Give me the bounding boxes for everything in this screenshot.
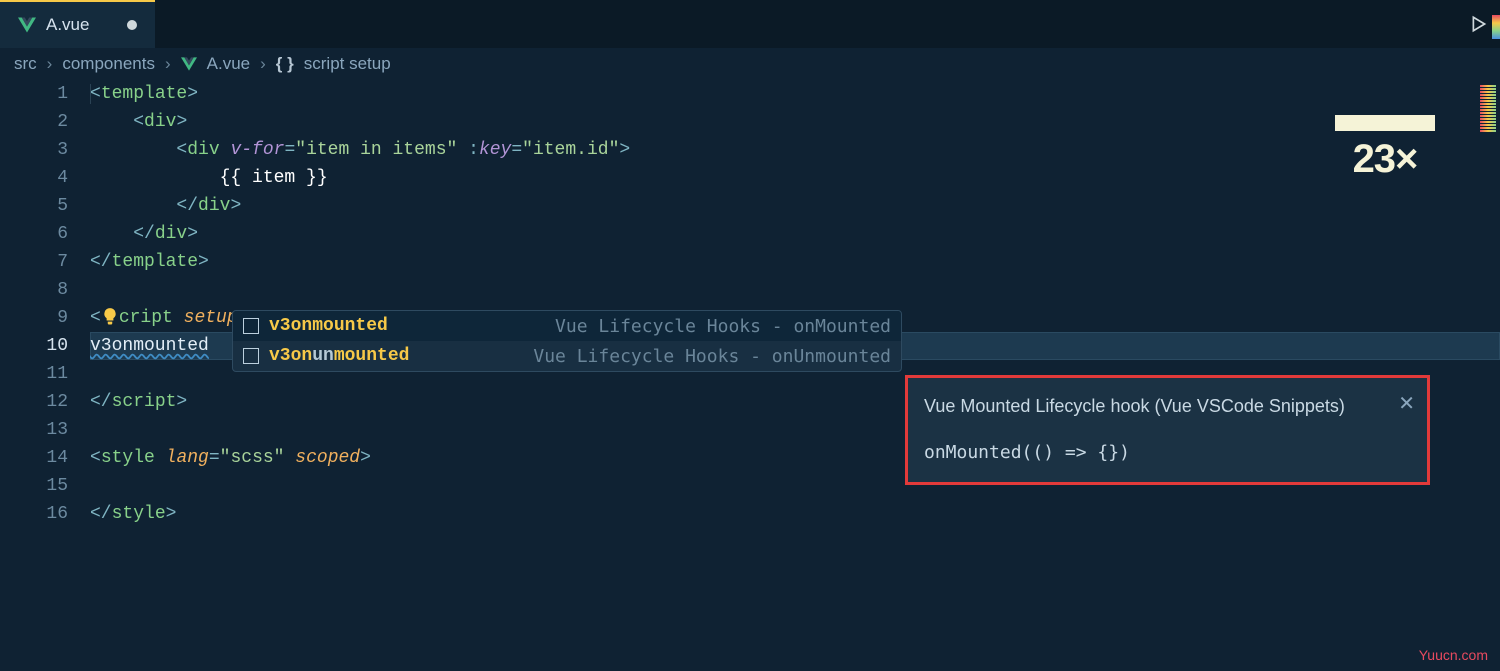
close-icon[interactable]: ✕	[1398, 388, 1415, 420]
suggestion-documentation: ✕ Vue Mounted Lifecycle hook (Vue VSCode…	[905, 375, 1430, 485]
breadcrumb-segment[interactable]: script setup	[304, 54, 391, 74]
typed-text: v3onmounted	[90, 336, 209, 356]
code-line[interactable]: <div>	[90, 108, 1500, 136]
vue-icon	[181, 57, 197, 71]
suggestion-item[interactable]: v3onunmounted Vue Lifecycle Hooks - onUn…	[233, 341, 901, 371]
code-line[interactable]: <div v-for="item in items" :key="item.id…	[90, 136, 1500, 164]
code-line[interactable]: </div>	[90, 220, 1500, 248]
breadcrumb-segment[interactable]: A.vue	[207, 54, 250, 74]
chevron-right-icon: ›	[165, 54, 171, 74]
suggestion-desc: Vue Lifecycle Hooks - onUnmounted	[533, 346, 891, 367]
watermark: Yuucn.com	[1419, 647, 1488, 663]
zoom-text: 23×	[1335, 137, 1435, 182]
tab-actions	[1470, 0, 1500, 48]
vue-icon	[18, 17, 36, 33]
zoom-badge: 23×	[1335, 115, 1435, 182]
run-icon[interactable]	[1470, 15, 1488, 33]
tab-a-vue[interactable]: A.vue	[0, 0, 155, 48]
doc-title: Vue Mounted Lifecycle hook (Vue VSCode S…	[924, 392, 1411, 421]
breadcrumb-segment[interactable]: src	[14, 54, 37, 74]
code-line[interactable]: <template>	[90, 80, 1500, 108]
snippet-icon	[243, 318, 259, 334]
minimap[interactable]	[1480, 85, 1496, 133]
suggestion-desc: Vue Lifecycle Hooks - onMounted	[555, 316, 891, 337]
chevron-right-icon: ›	[260, 54, 266, 74]
dirty-indicator-icon	[127, 20, 137, 30]
tab-bar: A.vue	[0, 0, 1500, 48]
breadcrumb-segment[interactable]: components	[62, 54, 155, 74]
braces-icon: { }	[276, 54, 294, 74]
code-line[interactable]: {{ item }}	[90, 164, 1500, 192]
breadcrumb[interactable]: src › components › A.vue › { } script se…	[0, 48, 1500, 80]
code-line[interactable]	[90, 276, 1500, 304]
side-accent-icon	[1492, 15, 1500, 39]
suggestion-item[interactable]: v3onmounted Vue Lifecycle Hooks - onMoun…	[233, 311, 901, 341]
suggestion-widget[interactable]: v3onmounted Vue Lifecycle Hooks - onMoun…	[232, 310, 902, 372]
line-gutter: 1234 5678 9101112 13141516	[0, 80, 90, 528]
lightbulb-icon[interactable]	[101, 307, 119, 325]
code-line[interactable]: </style>	[90, 500, 1500, 528]
code-line[interactable]: </div>	[90, 192, 1500, 220]
chevron-right-icon: ›	[47, 54, 53, 74]
tab-filename: A.vue	[46, 15, 89, 35]
doc-code: onMounted(() => {})	[924, 439, 1411, 468]
code-line[interactable]: </template>	[90, 248, 1500, 276]
snippet-icon	[243, 348, 259, 364]
